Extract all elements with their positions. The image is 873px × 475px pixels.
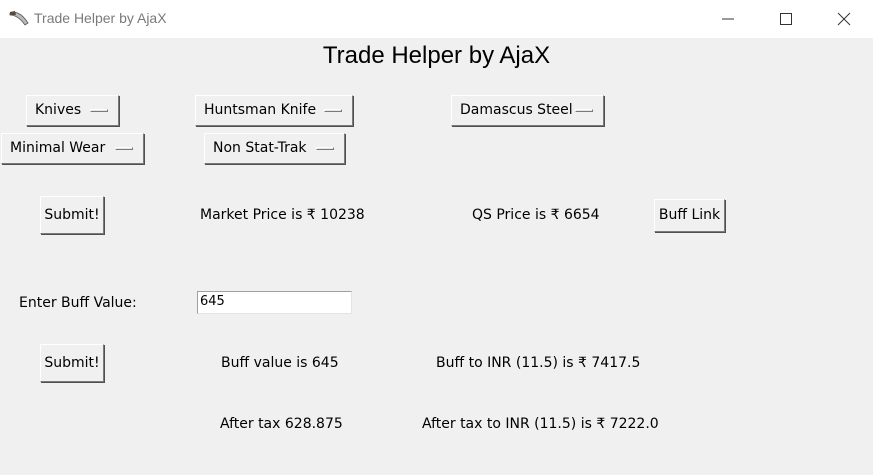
maximize-icon: [780, 13, 792, 25]
skin-select-value: Damascus Steel: [460, 102, 573, 118]
stattrak-select-value: Non Stat-Trak: [213, 140, 307, 156]
maximize-button[interactable]: [757, 0, 815, 38]
market-price-label: Market Price is ₹ 10238: [200, 207, 365, 223]
dropdown-indicator-icon: [90, 109, 108, 112]
dropdown-indicator-icon: [575, 109, 593, 112]
buff-value-label: Buff value is 645: [221, 355, 339, 371]
minimize-button[interactable]: [699, 0, 757, 38]
buff-input-label: Enter Buff Value:: [19, 295, 137, 311]
minimize-icon: [722, 18, 734, 20]
after-tax-label: After tax 628.875: [220, 416, 343, 432]
stattrak-select[interactable]: Non Stat-Trak: [204, 133, 345, 164]
item-select-value: Huntsman Knife: [204, 102, 317, 118]
buff-link-button[interactable]: Buff Link: [654, 199, 725, 232]
buff-submit-button[interactable]: Submit!: [40, 344, 104, 382]
dropdown-indicator-icon: [316, 147, 334, 150]
title-bar: Trade Helper by AjaX: [0, 0, 873, 38]
page-title: Trade Helper by AjaX: [322, 42, 551, 69]
qs-price-label: QS Price is ₹ 6654: [472, 207, 600, 223]
window-title: Trade Helper by AjaX: [34, 10, 167, 26]
knife-icon: [9, 9, 29, 27]
close-icon: [837, 12, 851, 26]
buff-to-inr-label: Buff to INR (11.5) is ₹ 7417.5: [436, 355, 641, 371]
price-submit-button[interactable]: Submit!: [40, 196, 104, 234]
category-select-value: Knives: [35, 102, 82, 118]
category-select[interactable]: Knives: [26, 95, 119, 126]
after-tax-inr-label: After tax to INR (11.5) is ₹ 7222.0: [422, 416, 659, 432]
wear-select[interactable]: Minimal Wear: [1, 133, 144, 164]
dropdown-indicator-icon: [324, 109, 342, 112]
item-select[interactable]: Huntsman Knife: [195, 95, 353, 126]
wear-select-value: Minimal Wear: [10, 140, 106, 156]
close-button[interactable]: [815, 0, 873, 38]
dropdown-indicator-icon: [115, 147, 133, 150]
skin-select[interactable]: Damascus Steel: [451, 95, 604, 126]
buff-value-input[interactable]: 645: [197, 291, 352, 314]
